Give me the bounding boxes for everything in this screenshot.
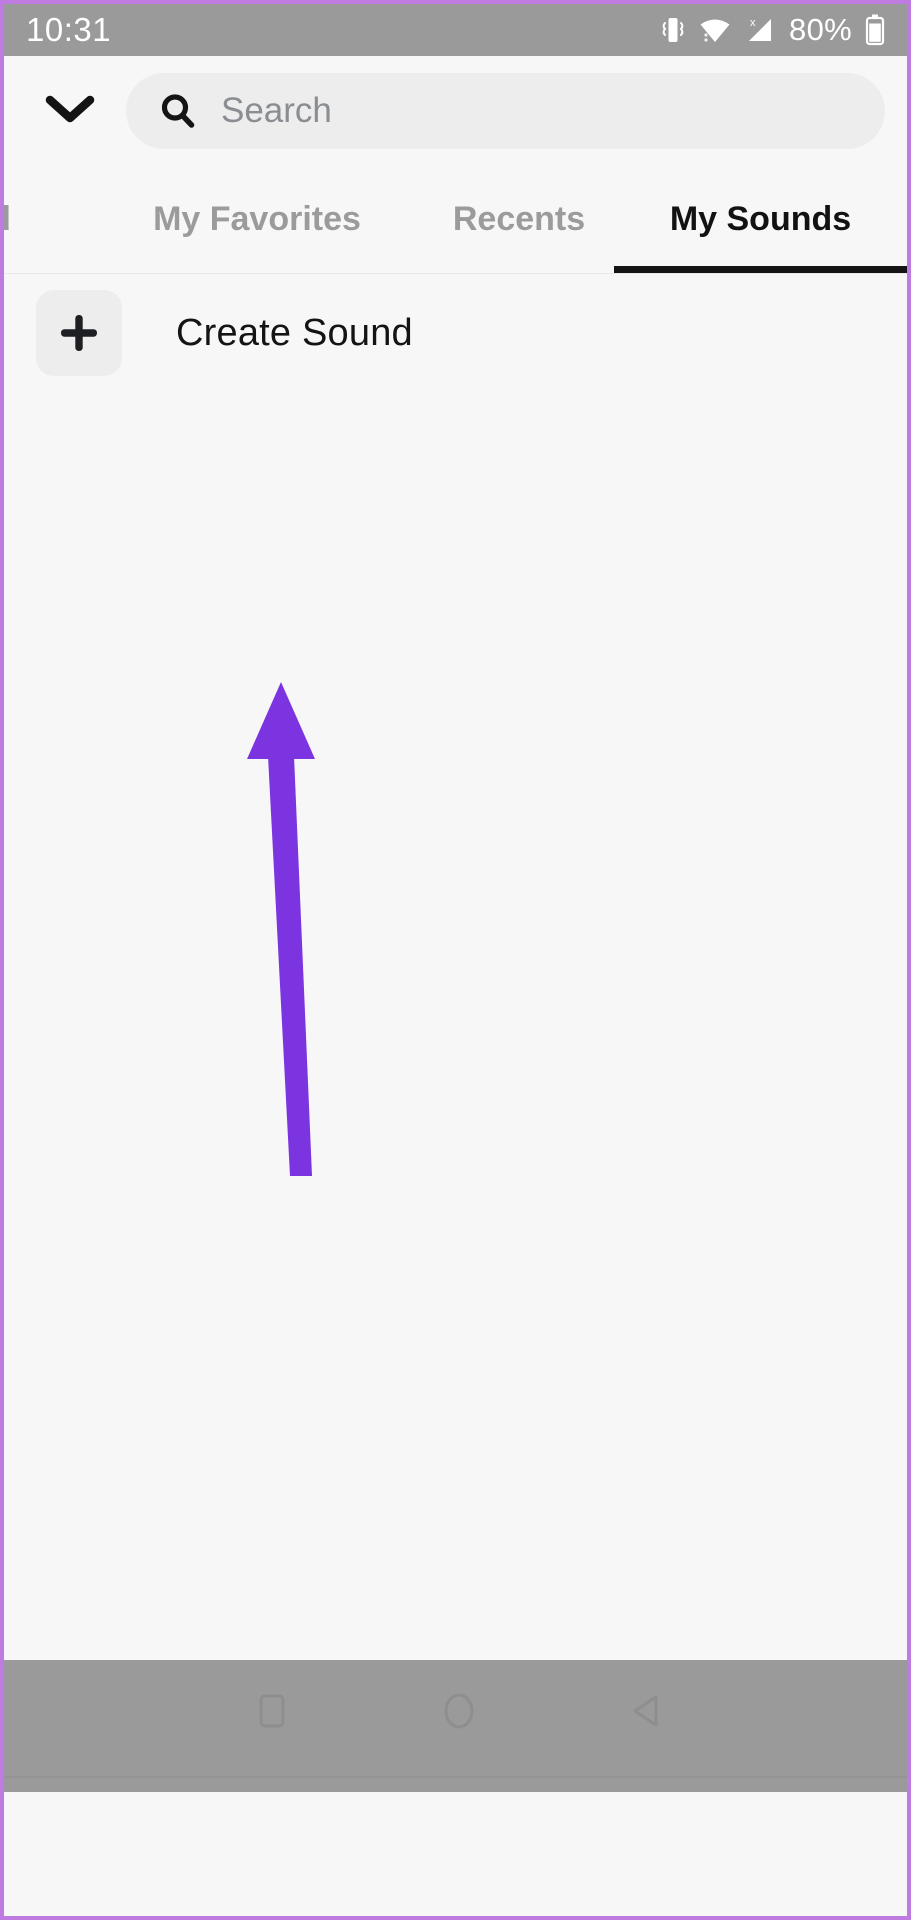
search-input[interactable]: Search — [126, 73, 885, 149]
vibrate-icon — [660, 15, 686, 45]
svg-text:x: x — [750, 17, 756, 29]
app-content: Search red My Favorites Recents My Sound… — [4, 56, 907, 1792]
circle-icon — [437, 1689, 481, 1738]
square-icon — [250, 1689, 294, 1738]
tab-my-favorites[interactable]: My Favorites — [152, 165, 362, 273]
active-tab-indicator — [614, 266, 907, 273]
triangle-left-icon — [625, 1689, 669, 1738]
collapse-panel-button[interactable] — [34, 75, 106, 147]
status-bar: 10:31 x 80% — [4, 4, 907, 56]
search-header: Search — [4, 56, 907, 166]
back-button[interactable] — [602, 1668, 692, 1758]
tab-bar: red My Favorites Recents My Sounds — [4, 166, 907, 274]
battery-percent-label: 80% — [789, 12, 852, 47]
nav-bar-hairline — [4, 1776, 907, 1778]
annotation-arrow-icon — [184, 664, 384, 1194]
create-sound-label: Create Sound — [176, 311, 413, 354]
status-bar-clock: 10:31 — [26, 11, 112, 48]
phone-screen: 10:31 x 80% Search My Favorites Recents … — [0, 0, 911, 1920]
tab-recents[interactable]: Recents — [453, 165, 585, 273]
home-button[interactable] — [414, 1668, 504, 1758]
plus-icon[interactable] — [36, 290, 122, 376]
recents-button[interactable] — [227, 1668, 317, 1758]
status-bar-icons: x 80% — [660, 12, 885, 48]
wifi-icon — [699, 16, 731, 44]
search-placeholder-text: Search — [221, 91, 332, 130]
chevron-down-icon — [44, 92, 96, 131]
cellular-signal-no-sim-icon: x — [744, 15, 776, 45]
battery-icon — [865, 14, 885, 46]
android-navigation-bar — [4, 1660, 907, 1792]
search-icon — [159, 92, 197, 130]
tab-featured[interactable]: red — [4, 165, 58, 273]
sounds-list: Create Sound — [4, 274, 907, 1792]
tab-my-sounds[interactable]: My Sounds — [614, 165, 907, 273]
create-sound-row[interactable]: Create Sound — [4, 274, 907, 392]
